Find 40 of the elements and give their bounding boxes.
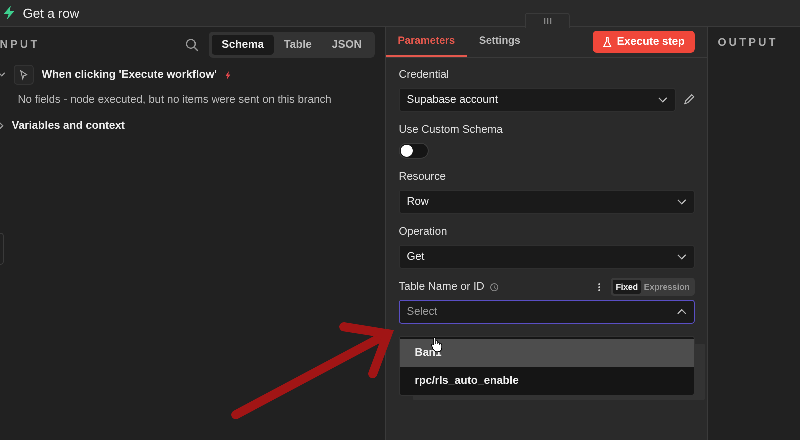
mode-tab[interactable]: Expression (641, 280, 693, 294)
caret-icon[interactable] (0, 122, 6, 130)
select-field[interactable]: Get (399, 245, 695, 269)
field-label: Resource (399, 171, 446, 183)
panel-title: OUTPUT (718, 37, 780, 49)
toggle-switch[interactable] (399, 143, 429, 159)
tree-item-label[interactable]: When clicking 'Execute workflow' (42, 69, 218, 81)
tree-item-label[interactable]: Variables and context (12, 120, 126, 132)
field-label: Use Custom Schema (399, 124, 503, 136)
select-field[interactable]: Row (399, 190, 695, 214)
flask-icon (603, 36, 612, 48)
bolt-icon (225, 70, 232, 80)
view-tab[interactable]: Schema (212, 35, 274, 55)
chevron-icon (677, 254, 687, 260)
panel-title: NPUT (0, 39, 41, 51)
search-icon[interactable] (184, 38, 199, 52)
chevron-icon (677, 309, 687, 315)
execute-step-button[interactable]: Execute step (593, 31, 695, 53)
window-title: Get a row (23, 6, 80, 20)
select-field[interactable]: Supabase account (399, 88, 676, 112)
view-tab[interactable]: JSON (322, 35, 372, 55)
select-field[interactable]: Select (399, 300, 695, 324)
chevron-icon (658, 97, 668, 103)
help-icon[interactable] (490, 282, 499, 292)
view-tab[interactable]: Table (274, 35, 322, 55)
panel-tab[interactable]: Parameters (386, 27, 468, 57)
bolt-logo-icon (2, 5, 18, 21)
field-label: Credential (399, 69, 450, 81)
panel-tab[interactable]: Settings (467, 27, 533, 57)
field-label: Operation (399, 226, 448, 238)
empty-message: No fields - node executed, but no items were sent on this branch (17, 93, 333, 106)
field-label: Table Name or ID (399, 281, 485, 293)
mode-tab[interactable]: Fixed (612, 280, 642, 294)
more-icon[interactable] (598, 282, 601, 292)
dropdown-option[interactable]: rpc/rls_auto_enable (400, 367, 694, 395)
drag-handle[interactable] (525, 13, 570, 28)
chevron-icon (677, 199, 687, 205)
cursor-icon (14, 65, 34, 85)
pencil-icon[interactable] (683, 94, 695, 106)
caret-icon[interactable] (0, 71, 6, 79)
